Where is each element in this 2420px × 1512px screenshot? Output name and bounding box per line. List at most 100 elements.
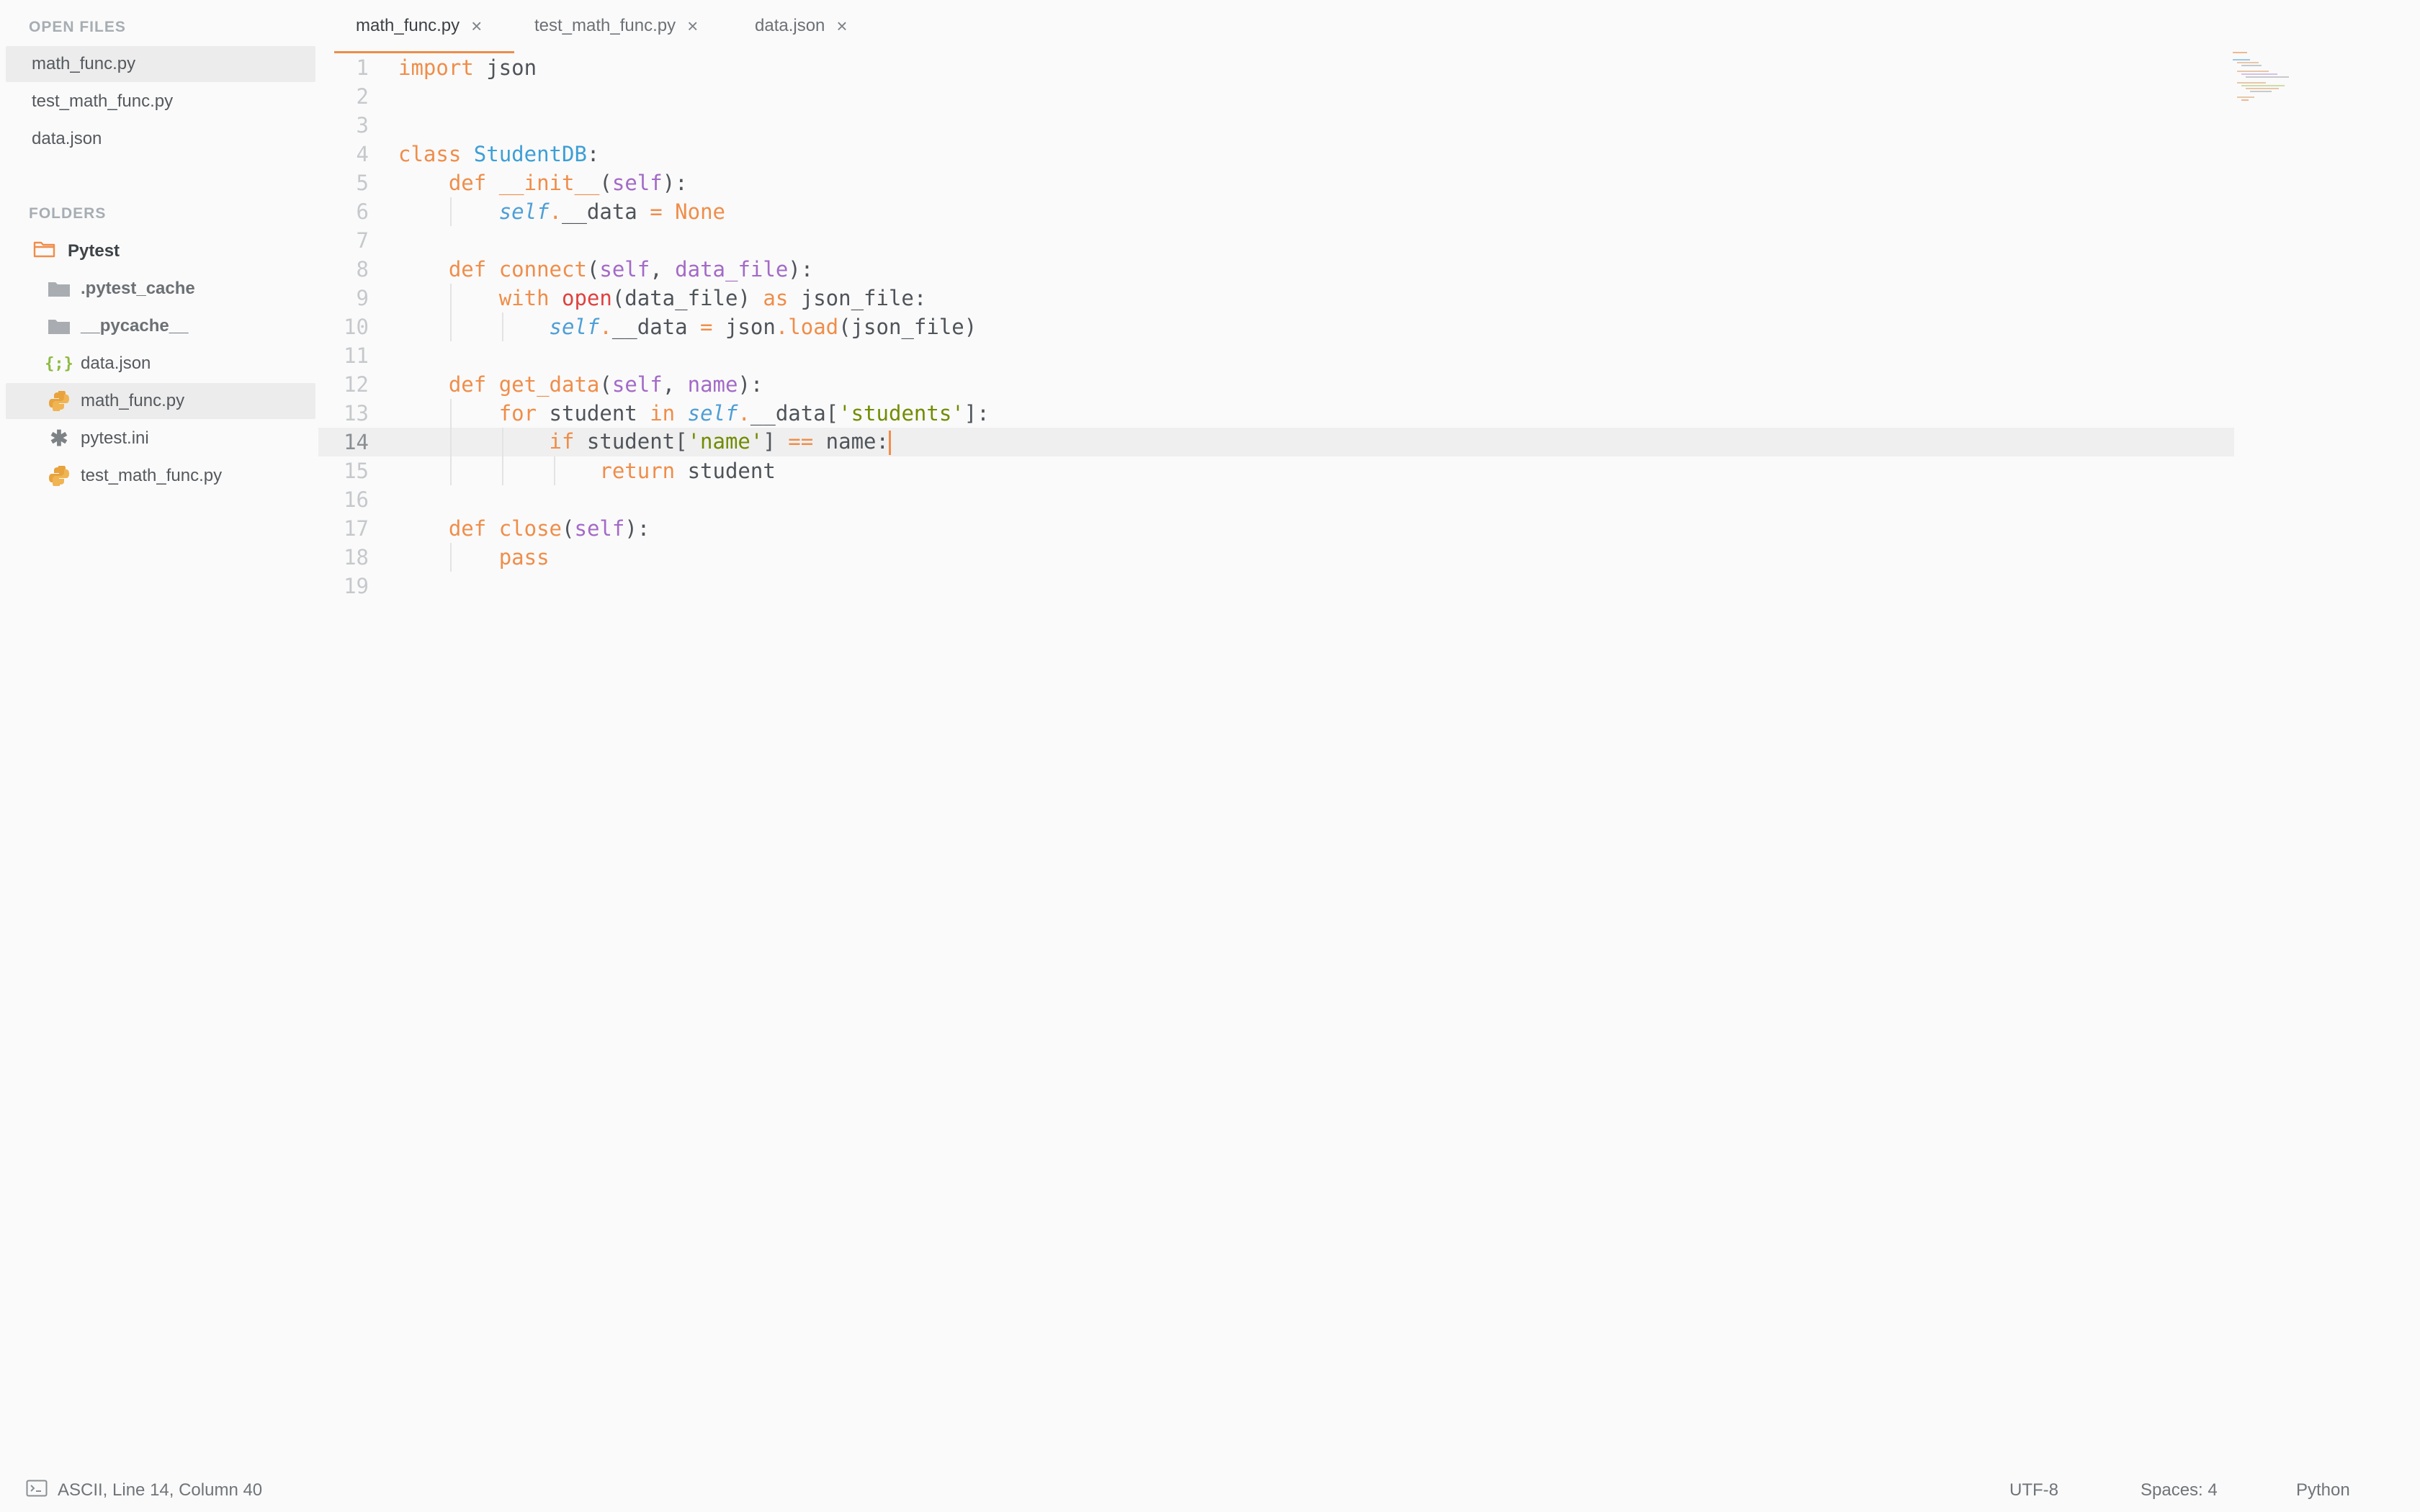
folder-root-pytest[interactable]: Pytest bbox=[6, 233, 315, 269]
code-line: 5 def __init__(self): bbox=[318, 168, 2234, 197]
line-number: 17 bbox=[344, 516, 369, 541]
folders-heading: FOLDERS bbox=[29, 205, 107, 222]
code-text: def get_data(self, name): bbox=[448, 372, 763, 397]
tree-item-file[interactable]: {;} data.json bbox=[6, 346, 315, 382]
code-line: 6 self.__data = None bbox=[318, 197, 2234, 226]
code-text: pass bbox=[498, 545, 550, 570]
code-line: 3 bbox=[318, 111, 2234, 140]
code-text: for student in self.__data['students']: bbox=[498, 401, 990, 426]
code-line-current: 14 if student['name'] == name: bbox=[318, 428, 2234, 456]
open-file-label: test_math_func.py bbox=[32, 91, 174, 111]
open-files-heading: OPEN FILES bbox=[29, 19, 126, 35]
line-number: 3 bbox=[356, 113, 369, 138]
text-cursor bbox=[888, 431, 891, 455]
line-number: 1 bbox=[356, 55, 369, 80]
sidebar: OPEN FILES math_func.py test_math_func.p… bbox=[0, 0, 317, 1469]
code-line: 4 class StudentDB: bbox=[318, 140, 2234, 168]
code-text: def __init__(self): bbox=[448, 171, 688, 195]
tab-label: data.json bbox=[755, 16, 825, 35]
line-number: 14 bbox=[344, 430, 369, 454]
folder-open-icon bbox=[33, 240, 56, 264]
line-number: 6 bbox=[356, 199, 369, 224]
code-line: 11 bbox=[318, 341, 2234, 370]
tab-data-json[interactable]: data.json × bbox=[755, 0, 848, 52]
close-icon[interactable]: × bbox=[471, 17, 482, 35]
code-line: 10 self.__data = json.load(json_file) bbox=[318, 312, 2234, 341]
tree-item-file[interactable]: ✱ pytest.ini bbox=[6, 420, 315, 456]
code-text: class StudentDB: bbox=[398, 142, 600, 166]
status-position[interactable]: ASCII, Line 14, Column 40 bbox=[26, 1469, 262, 1512]
code-line: 17 def close(self): bbox=[318, 514, 2234, 543]
line-number: 13 bbox=[344, 401, 369, 426]
line-number: 7 bbox=[356, 228, 369, 253]
tree-item-label: test_math_func.py bbox=[81, 466, 223, 485]
code-line: 18 pass bbox=[318, 543, 2234, 572]
code-text: import json bbox=[398, 55, 537, 80]
code-line: 1 import json bbox=[318, 53, 2234, 82]
open-file-item[interactable]: data.json bbox=[6, 121, 315, 157]
code-line: 7 bbox=[318, 226, 2234, 255]
line-number: 19 bbox=[344, 574, 369, 598]
tree-item-label: .pytest_cache bbox=[81, 279, 195, 298]
status-bar: ASCII, Line 14, Column 40 UTF-8 Spaces: … bbox=[0, 1469, 2420, 1512]
tab-label: math_func.py bbox=[356, 16, 460, 35]
line-number: 4 bbox=[356, 142, 369, 166]
line-number: 11 bbox=[344, 343, 369, 368]
settings-file-icon: ✱ bbox=[50, 426, 68, 451]
python-file-icon bbox=[48, 391, 71, 411]
tree-item-label: math_func.py bbox=[81, 391, 185, 410]
tab-math-func[interactable]: math_func.py × bbox=[334, 0, 514, 53]
syntax-indicator[interactable]: Python bbox=[2296, 1469, 2350, 1512]
close-icon[interactable]: × bbox=[687, 17, 698, 35]
tree-item-label: pytest.ini bbox=[81, 428, 149, 448]
open-file-label: data.json bbox=[32, 129, 102, 148]
code-text: return student bbox=[599, 459, 776, 483]
cursor-position-text: ASCII, Line 14, Column 40 bbox=[58, 1480, 263, 1500]
folder-root-label: Pytest bbox=[68, 241, 120, 261]
minimap[interactable] bbox=[2233, 50, 2305, 108]
code-line: 15 return student bbox=[318, 456, 2234, 485]
terminal-icon[interactable] bbox=[26, 1480, 48, 1502]
indentation-indicator[interactable]: Spaces: 4 bbox=[2141, 1469, 2218, 1512]
python-file-icon bbox=[48, 466, 71, 486]
code-text: with open(data_file) as json_file: bbox=[498, 286, 927, 310]
code-editor[interactable]: 1 import json 2 3 4 class StudentDB: 5 d… bbox=[318, 53, 2234, 1421]
line-number: 16 bbox=[344, 487, 369, 512]
line-number: 9 bbox=[356, 286, 369, 310]
line-number: 18 bbox=[344, 545, 369, 570]
line-number: 10 bbox=[344, 315, 369, 339]
encoding-indicator[interactable]: UTF-8 bbox=[2009, 1469, 2058, 1512]
tree-item-label: __pycache__ bbox=[81, 316, 189, 336]
code-text: self.__data = None bbox=[498, 199, 725, 224]
tab-test-math-func[interactable]: test_math_func.py × bbox=[534, 0, 698, 52]
tree-item-file[interactable]: math_func.py bbox=[6, 383, 315, 419]
tree-item-file[interactable]: test_math_func.py bbox=[6, 458, 315, 494]
line-number: 5 bbox=[356, 171, 369, 195]
code-line: 19 bbox=[318, 572, 2234, 600]
folder-icon bbox=[48, 318, 71, 335]
code-text: def close(self): bbox=[448, 516, 650, 541]
line-number: 12 bbox=[344, 372, 369, 397]
tree-item-folder[interactable]: .pytest_cache bbox=[6, 271, 315, 307]
tab-bar: math_func.py × test_math_func.py × data.… bbox=[317, 0, 2420, 53]
line-number: 8 bbox=[356, 257, 369, 282]
json-file-icon: {;} bbox=[45, 354, 73, 373]
open-file-item[interactable]: math_func.py bbox=[6, 46, 315, 82]
open-file-item[interactable]: test_math_func.py bbox=[6, 84, 315, 120]
code-line: 16 bbox=[318, 485, 2234, 514]
tree-item-label: data.json bbox=[81, 354, 151, 373]
code-line: 2 bbox=[318, 82, 2234, 111]
code-text: self.__data = json.load(json_file) bbox=[549, 315, 977, 339]
code-line: 12 def get_data(self, name): bbox=[318, 370, 2234, 399]
folder-icon bbox=[48, 280, 71, 297]
close-icon[interactable]: × bbox=[836, 17, 847, 35]
code-line: 9 with open(data_file) as json_file: bbox=[318, 284, 2234, 312]
line-number: 15 bbox=[344, 459, 369, 483]
code-line: 8 def connect(self, data_file): bbox=[318, 255, 2234, 284]
tab-label: test_math_func.py bbox=[534, 16, 676, 35]
open-file-label: math_func.py bbox=[32, 54, 136, 73]
code-line: 13 for student in self.__data['students'… bbox=[318, 399, 2234, 428]
code-text: def connect(self, data_file): bbox=[448, 257, 814, 282]
code-text: if student['name'] == name: bbox=[398, 429, 891, 455]
tree-item-folder[interactable]: __pycache__ bbox=[6, 308, 315, 344]
